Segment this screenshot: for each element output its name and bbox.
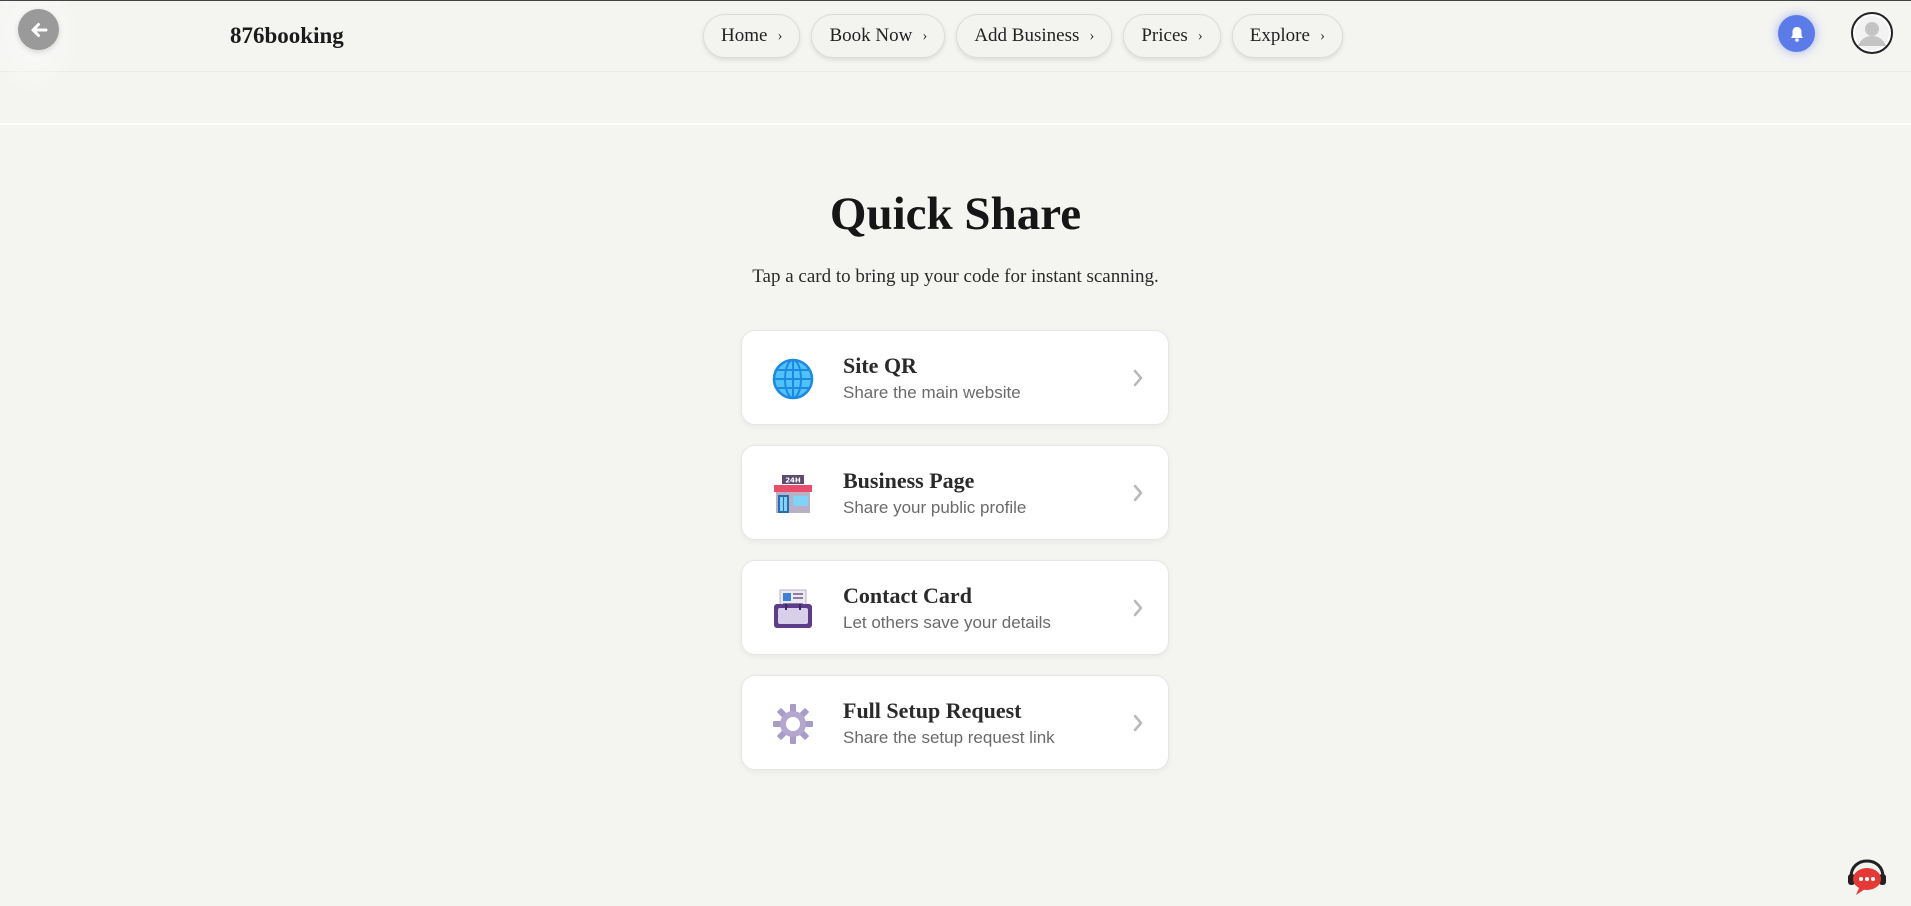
card-description: Let others save your details [843,613,1051,632]
card-title: Site QR [843,353,917,378]
chevron-right-icon: › [1319,27,1325,44]
card-description: Share the main website [843,383,1021,402]
page-subtitle: Tap a card to bring up your code for ins… [752,266,1159,287]
card-description: Share your public profile [843,498,1027,517]
nav-add-business-label: Add Business [974,25,1080,46]
notifications-button[interactable] [1778,15,1815,52]
card-title: Full Setup Request [843,698,1022,723]
main-nav: Home › Book Now › Add Business › Prices … [703,14,1343,58]
arrow-left-icon [31,22,47,37]
gear-icon [773,704,813,744]
page-title: Quick Share [829,188,1082,240]
card-title: Contact Card [843,583,972,608]
chat-support-icon [1848,859,1886,895]
nav-explore[interactable]: Explore › [1231,14,1343,58]
chevron-right-icon [1133,484,1143,502]
chevron-right-icon: › [1089,27,1095,44]
bell-icon [1790,26,1803,42]
nav-book-now[interactable]: Book Now › [811,14,946,58]
card-business-page[interactable]: 24H Business Page Share your public prof… [741,445,1169,540]
brand-logo[interactable]: 876booking [230,23,344,49]
nav-home[interactable]: Home › [703,14,801,58]
chevron-right-icon [1133,714,1143,732]
card-contact-card[interactable]: Contact Card Let others save your detail… [741,560,1169,655]
card-full-setup-request[interactable]: Full Setup Request Share the setup reque… [741,675,1169,770]
card-title: Business Page [843,468,975,493]
storefront-24h-icon: 24H [774,475,812,513]
nav-explore-label: Explore [1249,25,1310,46]
nav-prices-label: Prices [1141,25,1188,46]
chevron-right-icon: › [777,27,783,44]
user-avatar-icon [1855,16,1889,50]
card-description: Share the setup request link [843,728,1055,747]
svg-text:24H: 24H [785,477,801,485]
globe-icon [772,358,814,400]
nav-add-business[interactable]: Add Business › [956,14,1113,58]
nav-prices[interactable]: Prices › [1123,14,1221,58]
nav-book-now-label: Book Now [829,25,913,46]
profile-avatar[interactable] [1851,12,1893,54]
chevron-right-icon [1133,599,1143,617]
nav-home-label: Home [721,25,768,46]
chevron-right-icon [1133,369,1143,387]
section-divider [0,123,1911,125]
card-site-qr[interactable]: Site QR Share the main website [741,330,1169,425]
site-header: 876booking Home › Book Now › Add Busines… [0,1,1911,99]
chevron-right-icon: › [922,27,928,44]
id-card-icon [774,589,812,628]
back-button[interactable] [18,9,59,50]
chevron-right-icon: › [1197,27,1203,44]
support-chat-button[interactable] [1845,857,1889,897]
